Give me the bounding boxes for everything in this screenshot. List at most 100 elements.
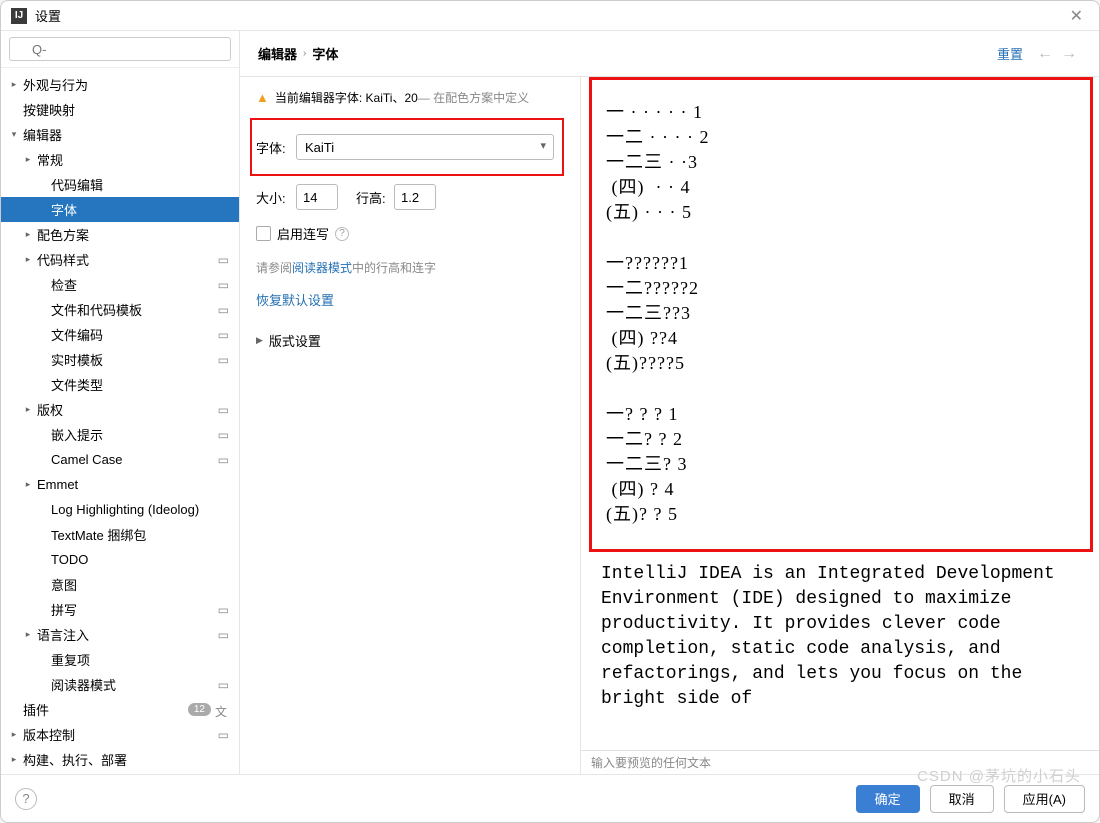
cancel-button[interactable]: 取消 [930, 785, 994, 813]
preview-line: 一二 · · · · 2 [606, 125, 1076, 150]
sidebar-item[interactable]: ▸配色方案 [1, 222, 239, 247]
chevron-right-icon: › [303, 48, 306, 59]
ligatures-row[interactable]: 启用连写 ? [256, 224, 564, 243]
sidebar-item[interactable]: 实时模板▭ [1, 347, 239, 372]
body: Q ▸外观与行为按键映射▾编辑器▸常规代码编辑字体▸配色方案▸代码样式▭检查▭文… [1, 31, 1099, 774]
typography-section[interactable]: ▶ 版式设置 [256, 331, 564, 350]
sidebar-item[interactable]: 重复项 [1, 647, 239, 672]
sidebar-item-label: Emmet [37, 477, 229, 492]
sidebar-item[interactable]: ▸代码样式▭ [1, 247, 239, 272]
sidebar-item[interactable]: Log Highlighting (Ideolog) [1, 497, 239, 522]
sidebar-item-label: 嵌入提示 [51, 425, 214, 444]
sidebar-item-label: 文件编码 [51, 325, 214, 344]
sidebar-item[interactable]: ▸语言注入▭ [1, 622, 239, 647]
sidebar-item[interactable]: ▸版本控制▭ [1, 722, 239, 747]
chevron-right-icon: ▸ [5, 79, 23, 90]
preview-line: (五)? ? 5 [606, 502, 1076, 527]
nav-fwd-icon[interactable]: → [1061, 45, 1077, 63]
sidebar-item[interactable]: 文件类型 [1, 372, 239, 397]
lineheight-input[interactable] [394, 184, 436, 210]
preview-line: 一二? ? 2 [606, 427, 1076, 452]
ok-button[interactable]: 确定 [856, 785, 920, 813]
sidebar-item[interactable]: TextMate 捆绑包 [1, 522, 239, 547]
sidebar-item[interactable]: ▸版权▭ [1, 397, 239, 422]
settings-tree[interactable]: ▸外观与行为按键映射▾编辑器▸常规代码编辑字体▸配色方案▸代码样式▭检查▭文件和… [1, 68, 239, 774]
sidebar-item-label: 实时模板 [51, 350, 214, 369]
form-column: ▲ 当前编辑器字体: KaiTi、20 — 在配色方案中定义 字体: [240, 77, 580, 774]
preview-hint: 输入要预览的任何文本 [581, 750, 1099, 774]
preview-line: (五)????5 [606, 351, 1076, 376]
sidebar-item-label: 文件和代码模板 [51, 300, 214, 319]
sidebar-item[interactable]: TODO [1, 547, 239, 572]
font-row: 字体: [256, 134, 554, 160]
sidebar-item[interactable]: 文件和代码模板 ▭ [1, 297, 239, 322]
help-icon[interactable]: ? [335, 227, 349, 241]
preview-line: (四) ??4 [606, 326, 1076, 351]
preview-area[interactable]: 一 · · · · · 1一二 · · · · 2一二三 · ·3 (四) · … [581, 77, 1099, 750]
sidebar: Q ▸外观与行为按键映射▾编辑器▸常规代码编辑字体▸配色方案▸代码样式▭检查▭文… [1, 31, 240, 774]
titlebar: IJ 设置 ✕ [1, 1, 1099, 31]
window-title: 设置 [35, 6, 1064, 25]
project-config-icon: ▭ [218, 678, 229, 692]
project-config-icon: ▭ [218, 253, 229, 267]
sidebar-item[interactable]: ▸外观与行为 [1, 72, 239, 97]
sidebar-item[interactable]: 代码编辑 [1, 172, 239, 197]
nav-back-icon[interactable]: ← [1037, 45, 1053, 63]
highlight-box: 字体: [250, 118, 564, 176]
sidebar-item-label: 文件类型 [51, 375, 229, 394]
sidebar-item[interactable]: 阅读器模式▭ [1, 672, 239, 697]
main: 编辑器 › 字体 重置 ← → ▲ 当前编辑器字体: KaiTi、20 — 在配… [240, 31, 1099, 774]
search-input[interactable] [9, 37, 231, 61]
sidebar-item[interactable]: 拼写▭ [1, 597, 239, 622]
sidebar-item-label: 代码样式 [37, 250, 214, 269]
size-input[interactable] [296, 184, 338, 210]
footer: ? 确定 取消 应用(A) [1, 774, 1099, 822]
chevron-right-icon: ▸ [5, 729, 23, 740]
project-config-icon: ▭ [218, 428, 229, 442]
chevron-right-icon: ▸ [19, 229, 37, 240]
font-select[interactable] [296, 134, 554, 160]
sidebar-item[interactable]: 字体 [1, 197, 239, 222]
sidebar-item[interactable]: 检查▭ [1, 272, 239, 297]
sidebar-item-label: 语言注入 [37, 625, 214, 644]
sidebar-item[interactable]: 插件12文 [1, 697, 239, 722]
sidebar-item[interactable]: ▸Emmet [1, 472, 239, 497]
sidebar-item[interactable]: 文件编码 ▭ [1, 322, 239, 347]
sidebar-item-label: 重复项 [51, 650, 229, 669]
preview-column: 一 · · · · · 1一二 · · · · 2一二三 · ·3 (四) · … [580, 77, 1099, 774]
preview-line: 一二?????2 [606, 276, 1076, 301]
sidebar-item[interactable]: 意图 [1, 572, 239, 597]
apply-button[interactable]: 应用(A) [1004, 785, 1085, 813]
project-config-icon: ▭ [218, 728, 229, 742]
close-icon[interactable]: ✕ [1064, 6, 1089, 26]
ligatures-checkbox[interactable] [256, 226, 271, 241]
preview-description: IntelliJ IDEA is an Integrated Developme… [581, 562, 1099, 718]
crumb-editor[interactable]: 编辑器 [258, 44, 297, 63]
ligatures-label: 启用连写 [277, 224, 329, 243]
sidebar-item-label: 配色方案 [37, 225, 229, 244]
typography-label: 版式设置 [269, 331, 321, 350]
language-icon: 文 [215, 703, 229, 717]
restore-defaults-link[interactable]: 恢复默认设置 [256, 290, 334, 309]
sidebar-item-label: 代码编辑 [51, 175, 229, 194]
help-button[interactable]: ? [15, 788, 37, 810]
warning-icon: ▲ [256, 90, 269, 105]
reader-mode-link[interactable]: 阅读器模式 [292, 261, 352, 275]
sidebar-item-label: 字体 [51, 200, 229, 219]
sidebar-item[interactable]: ▸常规 [1, 147, 239, 172]
sidebar-item-label: 检查 [51, 275, 214, 294]
sidebar-item[interactable]: ▾编辑器 [1, 122, 239, 147]
chevron-right-icon: ▸ [19, 629, 37, 640]
badge: 12 [188, 703, 211, 716]
chevron-right-icon: ▸ [19, 404, 37, 415]
sidebar-item[interactable]: Camel Case▭ [1, 447, 239, 472]
preview-highlight-box: 一 · · · · · 1一二 · · · · 2一二三 · ·3 (四) · … [589, 77, 1093, 552]
sidebar-item-label: TextMate 捆绑包 [51, 525, 229, 544]
app-logo-icon: IJ [11, 8, 27, 24]
sidebar-item[interactable]: ▸构建、执行、部署 [1, 747, 239, 772]
sidebar-item[interactable]: 按键映射 [1, 97, 239, 122]
reset-link[interactable]: 重置 [997, 44, 1023, 63]
project-config-icon: ▭ [218, 328, 229, 342]
project-config-icon: ▭ [218, 303, 229, 317]
sidebar-item[interactable]: 嵌入提示 ▭ [1, 422, 239, 447]
